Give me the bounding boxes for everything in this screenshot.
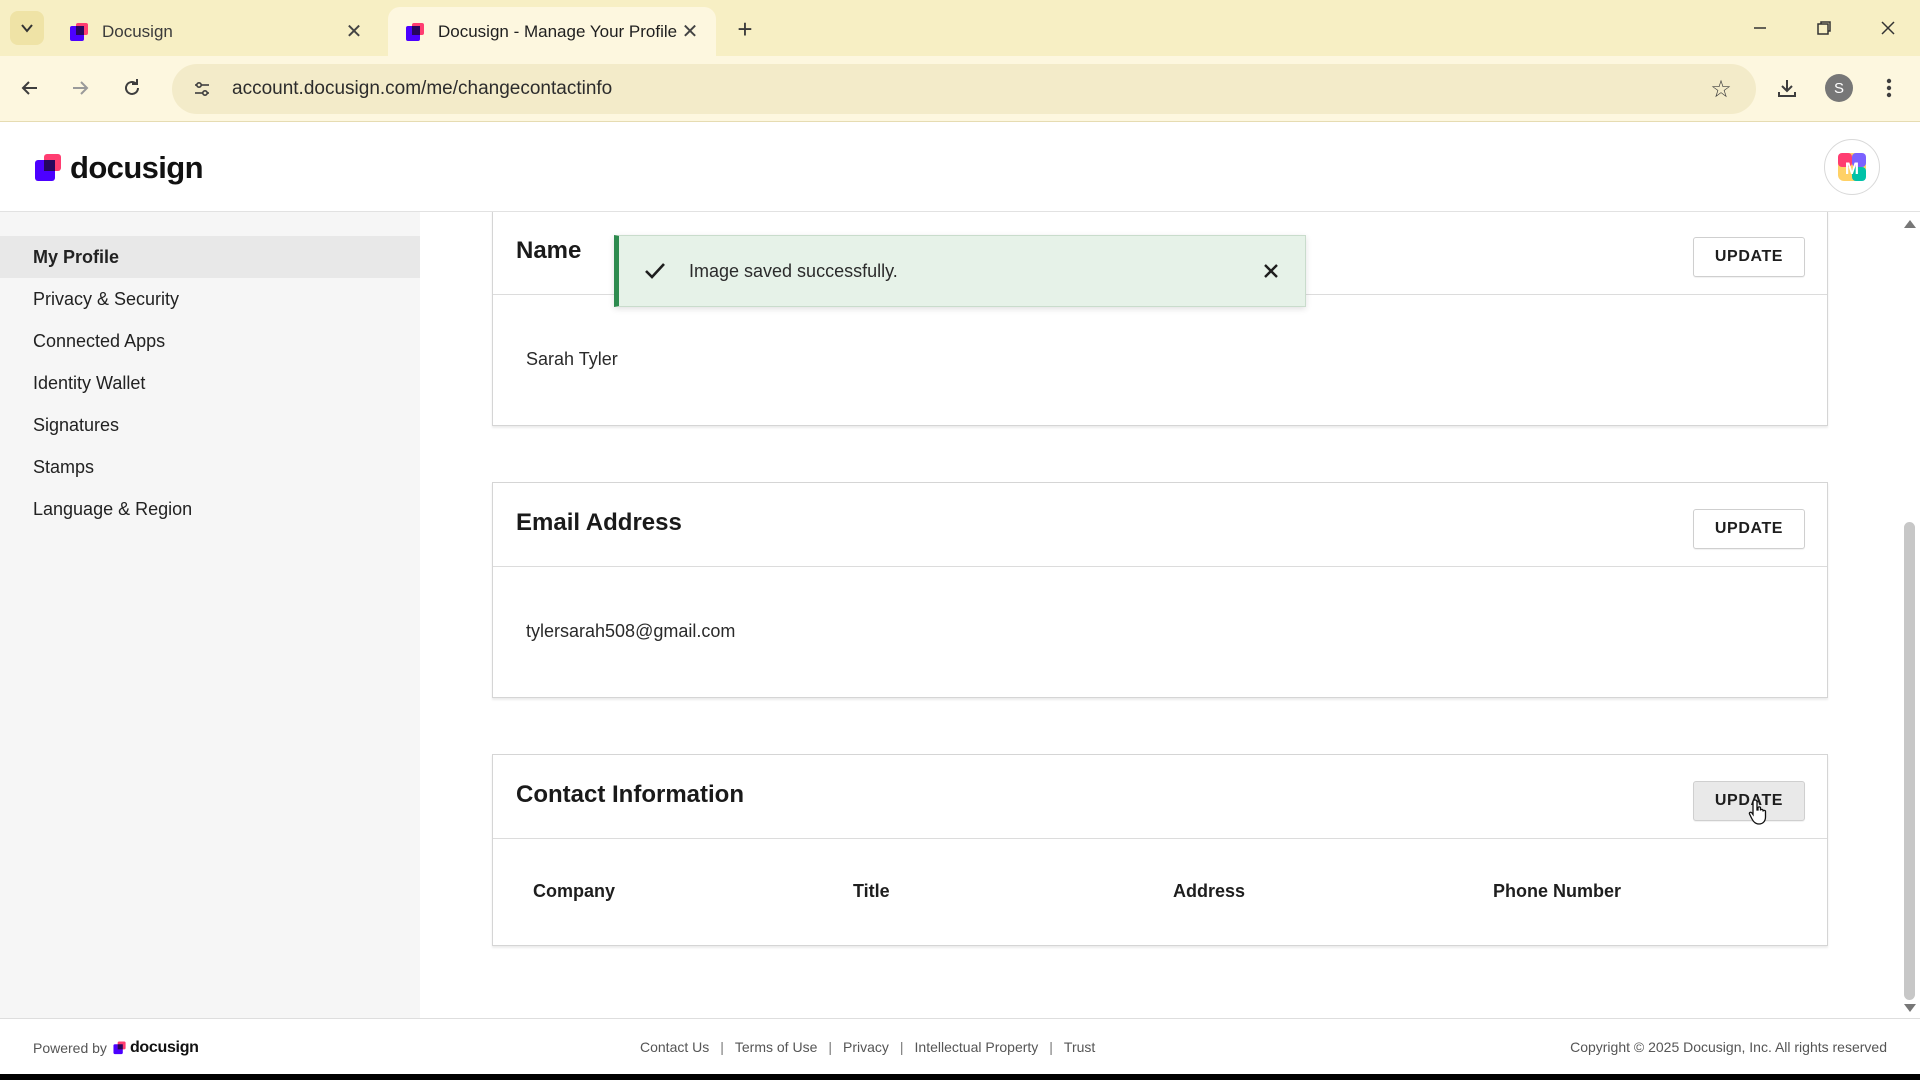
copyright-text: Copyright © 2025 Docusign, Inc. All righ… <box>1570 1039 1887 1055</box>
docusign-favicon-icon <box>406 22 424 41</box>
name-value: Sarah Tyler <box>526 349 618 369</box>
tab-title: Docusign - Manage Your Profile <box>438 21 678 41</box>
email-value: tylersarah508@gmail.com <box>526 621 736 641</box>
footer-link-contact-us[interactable]: Contact Us <box>640 1039 709 1055</box>
powered-by-text: Powered by <box>33 1040 107 1056</box>
footer-link-privacy[interactable]: Privacy <box>843 1039 889 1055</box>
forward-button[interactable] <box>62 70 98 106</box>
sidebar-item-signatures[interactable]: Signatures <box>0 404 420 446</box>
update-name-button[interactable]: UPDATE <box>1693 237 1805 277</box>
sidebar-item-privacy-security[interactable]: Privacy & Security <box>0 278 420 320</box>
footer-separator: | <box>828 1039 832 1055</box>
minimize-icon <box>1754 27 1766 29</box>
user-avatar-icon: M <box>1838 153 1866 181</box>
email-section-title: Email Address <box>516 509 682 536</box>
app-header: docusign M <box>0 122 1920 212</box>
user-avatar[interactable]: M <box>1824 139 1880 195</box>
contact-section-title: Contact Information <box>516 781 744 808</box>
footer-links: Contact Us | Terms of Use | Privacy | In… <box>640 1039 1095 1055</box>
footer-logo-text: docusign <box>129 1039 199 1056</box>
logo-text: docusign <box>70 150 204 185</box>
screen-bottom-edge <box>0 1074 1920 1080</box>
close-tab-icon[interactable]: ✕ <box>342 20 366 44</box>
more-vertical-icon <box>1886 78 1892 98</box>
avatar-initial: M <box>1845 159 1859 178</box>
sidebar-item-stamps[interactable]: Stamps <box>0 446 420 488</box>
name-section-title: Name <box>516 237 582 264</box>
footer-link-trust[interactable]: Trust <box>1064 1039 1095 1055</box>
powered-by: Powered by docusign <box>33 1039 199 1057</box>
tab-title: Docusign <box>102 21 173 41</box>
chevron-down-icon <box>21 24 33 33</box>
checkmark-icon <box>641 257 669 285</box>
close-tab-icon[interactable]: ✕ <box>678 20 702 44</box>
contact-column-title: Title <box>853 881 890 901</box>
back-button[interactable] <box>12 70 48 106</box>
browser-tab-docusign[interactable]: Docusign ✕ <box>52 7 380 56</box>
contact-card-header: Contact Information UPDATE <box>493 755 1827 839</box>
footer-separator: | <box>720 1039 724 1055</box>
update-email-button[interactable]: UPDATE <box>1693 509 1805 549</box>
success-toast: Image saved successfully. <box>614 235 1306 307</box>
page-footer: Powered by docusign Contact Us | Terms o… <box>0 1018 1920 1074</box>
tab-search-button[interactable] <box>10 11 44 45</box>
profile-avatar: S <box>1825 74 1853 102</box>
browser-toolbar: account.docusign.com/me/changecontactinf… <box>0 56 1920 122</box>
browser-tab-bar: Docusign ✕ Docusign - Manage Your Profil… <box>0 0 1920 56</box>
site-settings-icon[interactable] <box>184 71 220 107</box>
footer-link-intellectual-property[interactable]: Intellectual Property <box>915 1039 1039 1055</box>
new-tab-button[interactable]: + <box>730 14 760 44</box>
browser-profile-button[interactable]: S <box>1822 71 1856 105</box>
contact-column-phone-number: Phone Number <box>1493 881 1622 901</box>
arrow-right-icon <box>73 81 89 95</box>
contact-column-company: Company <box>533 881 616 901</box>
settings-sidebar: My Profile Privacy & Security Connected … <box>0 212 420 1018</box>
email-card-header: Email Address UPDATE <box>493 483 1827 567</box>
arrow-left-icon <box>21 81 37 95</box>
minimize-window-button[interactable] <box>1740 10 1780 46</box>
contact-information-card: Contact Information UPDATE Company Title… <box>492 754 1828 946</box>
browser-tab-manage-profile[interactable]: Docusign - Manage Your Profile ✕ <box>388 7 716 56</box>
email-card: Email Address UPDATE tylersarah508@gmail… <box>492 482 1828 698</box>
browser-menu-button[interactable] <box>1872 71 1906 105</box>
contact-columns: Company Title Address Phone Number <box>493 839 1827 902</box>
close-icon <box>1881 21 1895 35</box>
close-window-button[interactable] <box>1868 10 1908 46</box>
scrollbar-thumb[interactable] <box>1904 522 1915 1000</box>
docusign-logo[interactable]: docusign <box>34 150 204 186</box>
sidebar-item-language-region[interactable]: Language & Region <box>0 488 420 530</box>
address-bar[interactable]: account.docusign.com/me/changecontactinf… <box>172 64 1756 114</box>
scroll-up-arrow-icon[interactable] <box>1904 220 1916 228</box>
contact-column-address: Address <box>1173 881 1246 901</box>
toast-message: Image saved successfully. <box>689 260 898 281</box>
sidebar-item-identity-wallet[interactable]: Identity Wallet <box>0 362 420 404</box>
scroll-down-arrow-icon[interactable] <box>1904 1004 1916 1012</box>
download-icon <box>1778 80 1796 97</box>
page-scrollbar[interactable] <box>1900 212 1920 1018</box>
docusign-logo-icon <box>35 154 61 181</box>
profile-main: Name UPDATE Sarah Tyler Email Address UP… <box>420 212 1900 1018</box>
restore-window-button[interactable] <box>1804 10 1844 46</box>
restore-icon <box>1817 21 1831 35</box>
url-text[interactable]: account.docusign.com/me/changecontactinf… <box>232 78 612 100</box>
close-toast-icon[interactable] <box>1259 259 1283 283</box>
footer-docusign-logo: docusign <box>113 1039 199 1057</box>
docusign-favicon-icon <box>70 22 88 41</box>
downloads-button[interactable] <box>1770 71 1804 105</box>
sidebar-item-connected-apps[interactable]: Connected Apps <box>0 320 420 362</box>
reload-button[interactable] <box>114 70 150 106</box>
sidebar-item-my-profile[interactable]: My Profile <box>0 236 420 278</box>
bookmark-star-icon[interactable]: ☆ <box>1704 72 1738 106</box>
hand-cursor-icon <box>1748 799 1767 825</box>
footer-link-terms-of-use[interactable]: Terms of Use <box>735 1039 817 1055</box>
footer-separator: | <box>1049 1039 1053 1055</box>
reload-icon <box>125 79 139 95</box>
docusign-logo-icon <box>113 1041 126 1055</box>
footer-separator: | <box>899 1039 904 1055</box>
